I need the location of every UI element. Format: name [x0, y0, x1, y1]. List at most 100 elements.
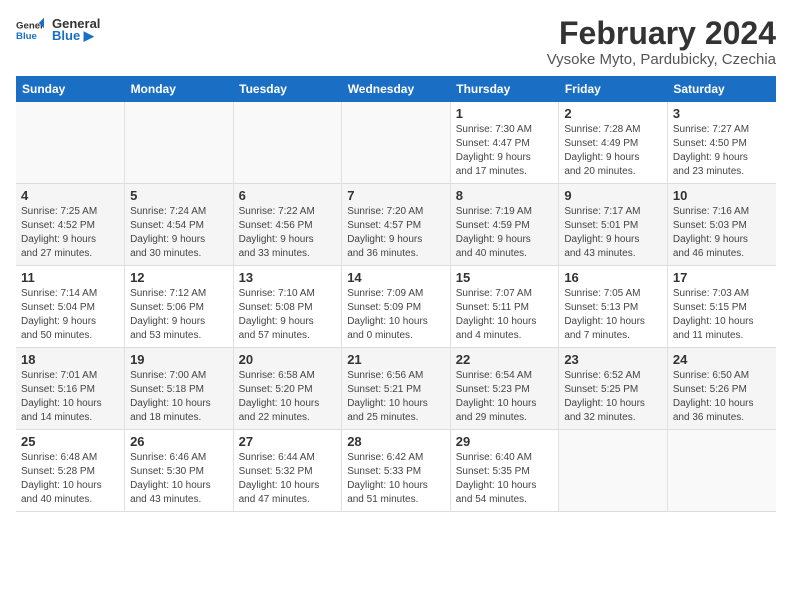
day-info: Sunrise: 7:14 AM Sunset: 5:04 PM Dayligh… [21, 287, 119, 343]
day-info: Sunrise: 7:16 AM Sunset: 5:03 PM Dayligh… [673, 205, 771, 261]
calendar-cell [233, 102, 342, 184]
day-number: 18 [21, 352, 119, 367]
title-block: February 2024 Vysoke Myto, Pardubicky, C… [547, 16, 776, 68]
day-info: Sunrise: 6:44 AM Sunset: 5:32 PM Dayligh… [239, 451, 337, 507]
weekday-header-saturday: Saturday [667, 76, 776, 102]
calendar-header-row: SundayMondayTuesdayWednesdayThursdayFrid… [16, 76, 776, 102]
day-info: Sunrise: 7:01 AM Sunset: 5:16 PM Dayligh… [21, 369, 119, 425]
day-info: Sunrise: 6:58 AM Sunset: 5:20 PM Dayligh… [239, 369, 337, 425]
day-number: 28 [347, 434, 445, 449]
calendar-cell: 16 Sunrise: 7:05 AM Sunset: 5:13 PM Dayli… [559, 266, 668, 348]
day-number: 26 [130, 434, 228, 449]
calendar-cell: 28 Sunrise: 6:42 AM Sunset: 5:33 PM Dayli… [342, 430, 451, 512]
calendar-week-row: 11 Sunrise: 7:14 AM Sunset: 5:04 PM Dayli… [16, 266, 776, 348]
calendar-cell: 23Sunrise: 6:52 AM Sunset: 5:25 PM Dayli… [559, 348, 668, 430]
day-info: Sunrise: 7:19 AM Sunset: 4:59 PM Dayligh… [456, 205, 554, 261]
day-info: Sunrise: 6:52 AM Sunset: 5:25 PM Dayligh… [564, 369, 662, 425]
calendar-cell: 20 Sunrise: 6:58 AM Sunset: 5:20 PM Dayli… [233, 348, 342, 430]
logo: General Blue General Blue ▶ [16, 16, 100, 44]
day-number: 14 [347, 270, 445, 285]
day-number: 27 [239, 434, 337, 449]
day-info: Sunrise: 7:05 AM Sunset: 5:13 PM Dayligh… [564, 287, 662, 343]
day-info: Sunrise: 6:42 AM Sunset: 5:33 PM Dayligh… [347, 451, 445, 507]
day-info: Sunrise: 7:07 AM Sunset: 5:11 PM Dayligh… [456, 287, 554, 343]
day-number: 6 [239, 188, 337, 203]
day-number: 13 [239, 270, 337, 285]
day-number: 20 [239, 352, 337, 367]
day-number: 1 [456, 106, 554, 121]
day-info: Sunrise: 7:22 AM Sunset: 4:56 PM Dayligh… [239, 205, 337, 261]
location-subtitle: Vysoke Myto, Pardubicky, Czechia [547, 51, 776, 68]
day-number: 12 [130, 270, 228, 285]
svg-text:General: General [16, 20, 44, 31]
weekday-header-monday: Monday [125, 76, 234, 102]
day-number: 24 [673, 352, 771, 367]
calendar-cell: 27 Sunrise: 6:44 AM Sunset: 5:32 PM Dayli… [233, 430, 342, 512]
calendar-week-row: 25 Sunrise: 6:48 AM Sunset: 5:28 PM Dayli… [16, 430, 776, 512]
day-number: 8 [456, 188, 554, 203]
day-number: 16 [564, 270, 662, 285]
calendar-cell: 26 Sunrise: 6:46 AM Sunset: 5:30 PM Dayli… [125, 430, 234, 512]
calendar-cell: 15 Sunrise: 7:07 AM Sunset: 5:11 PM Dayli… [450, 266, 559, 348]
day-number: 17 [673, 270, 771, 285]
day-info: Sunrise: 6:50 AM Sunset: 5:26 PM Dayligh… [673, 369, 771, 425]
day-number: 3 [673, 106, 771, 121]
day-info: Sunrise: 6:56 AM Sunset: 5:21 PM Dayligh… [347, 369, 445, 425]
calendar-cell: 8 Sunrise: 7:19 AM Sunset: 4:59 PM Daylig… [450, 184, 559, 266]
calendar-cell: 3 Sunrise: 7:27 AM Sunset: 4:50 PM Daylig… [667, 102, 776, 184]
day-number: 10 [673, 188, 771, 203]
calendar-cell: 14 Sunrise: 7:09 AM Sunset: 5:09 PM Dayli… [342, 266, 451, 348]
calendar-week-row: 18 Sunrise: 7:01 AM Sunset: 5:16 PM Dayli… [16, 348, 776, 430]
day-number: 5 [130, 188, 228, 203]
calendar-week-row: 4 Sunrise: 7:25 AM Sunset: 4:52 PM Daylig… [16, 184, 776, 266]
day-info: Sunrise: 7:24 AM Sunset: 4:54 PM Dayligh… [130, 205, 228, 261]
weekday-header-thursday: Thursday [450, 76, 559, 102]
day-info: Sunrise: 6:48 AM Sunset: 5:28 PM Dayligh… [21, 451, 119, 507]
calendar-cell: 9Sunrise: 7:17 AM Sunset: 5:01 PM Daylig… [559, 184, 668, 266]
day-info: Sunrise: 7:30 AM Sunset: 4:47 PM Dayligh… [456, 123, 554, 179]
day-number: 7 [347, 188, 445, 203]
calendar-cell: 18 Sunrise: 7:01 AM Sunset: 5:16 PM Dayli… [16, 348, 125, 430]
calendar-cell: 12Sunrise: 7:12 AM Sunset: 5:06 PM Dayli… [125, 266, 234, 348]
calendar-cell [342, 102, 451, 184]
day-info: Sunrise: 7:09 AM Sunset: 5:09 PM Dayligh… [347, 287, 445, 343]
day-number: 4 [21, 188, 119, 203]
day-info: Sunrise: 7:10 AM Sunset: 5:08 PM Dayligh… [239, 287, 337, 343]
day-info: Sunrise: 7:27 AM Sunset: 4:50 PM Dayligh… [673, 123, 771, 179]
calendar-cell: 5 Sunrise: 7:24 AM Sunset: 4:54 PM Daylig… [125, 184, 234, 266]
day-number: 22 [456, 352, 554, 367]
day-info: Sunrise: 7:00 AM Sunset: 5:18 PM Dayligh… [130, 369, 228, 425]
calendar-cell: 4 Sunrise: 7:25 AM Sunset: 4:52 PM Daylig… [16, 184, 125, 266]
calendar-cell: 13 Sunrise: 7:10 AM Sunset: 5:08 PM Dayli… [233, 266, 342, 348]
calendar-cell: 10 Sunrise: 7:16 AM Sunset: 5:03 PM Dayli… [667, 184, 776, 266]
day-number: 19 [130, 352, 228, 367]
logo-icon: General Blue [16, 16, 44, 44]
day-info: Sunrise: 7:03 AM Sunset: 5:15 PM Dayligh… [673, 287, 771, 343]
calendar-cell: 6 Sunrise: 7:22 AM Sunset: 4:56 PM Daylig… [233, 184, 342, 266]
calendar-cell [559, 430, 668, 512]
day-info: Sunrise: 7:17 AM Sunset: 5:01 PM Dayligh… [564, 205, 662, 261]
day-number: 25 [21, 434, 119, 449]
day-number: 2 [564, 106, 662, 121]
page-header: General Blue General Blue ▶ February 202… [16, 16, 776, 68]
calendar-cell: 29Sunrise: 6:40 AM Sunset: 5:35 PM Dayli… [450, 430, 559, 512]
calendar-cell [125, 102, 234, 184]
calendar-cell: 25 Sunrise: 6:48 AM Sunset: 5:28 PM Dayli… [16, 430, 125, 512]
day-info: Sunrise: 7:25 AM Sunset: 4:52 PM Dayligh… [21, 205, 119, 261]
day-info: Sunrise: 7:20 AM Sunset: 4:57 PM Dayligh… [347, 205, 445, 261]
calendar-table: SundayMondayTuesdayWednesdayThursdayFrid… [16, 76, 776, 512]
calendar-cell [667, 430, 776, 512]
calendar-cell: 24 Sunrise: 6:50 AM Sunset: 5:26 PM Dayli… [667, 348, 776, 430]
day-info: Sunrise: 6:46 AM Sunset: 5:30 PM Dayligh… [130, 451, 228, 507]
svg-text:Blue: Blue [16, 31, 37, 42]
day-number: 11 [21, 270, 119, 285]
calendar-cell: 21Sunrise: 6:56 AM Sunset: 5:21 PM Dayli… [342, 348, 451, 430]
day-info: Sunrise: 6:40 AM Sunset: 5:35 PM Dayligh… [456, 451, 554, 507]
weekday-header-friday: Friday [559, 76, 668, 102]
calendar-cell: 17 Sunrise: 7:03 AM Sunset: 5:15 PM Dayli… [667, 266, 776, 348]
weekday-header-wednesday: Wednesday [342, 76, 451, 102]
day-number: 15 [456, 270, 554, 285]
day-info: Sunrise: 6:54 AM Sunset: 5:23 PM Dayligh… [456, 369, 554, 425]
calendar-cell: 2Sunrise: 7:28 AM Sunset: 4:49 PM Daylig… [559, 102, 668, 184]
calendar-cell: 19 Sunrise: 7:00 AM Sunset: 5:18 PM Dayli… [125, 348, 234, 430]
